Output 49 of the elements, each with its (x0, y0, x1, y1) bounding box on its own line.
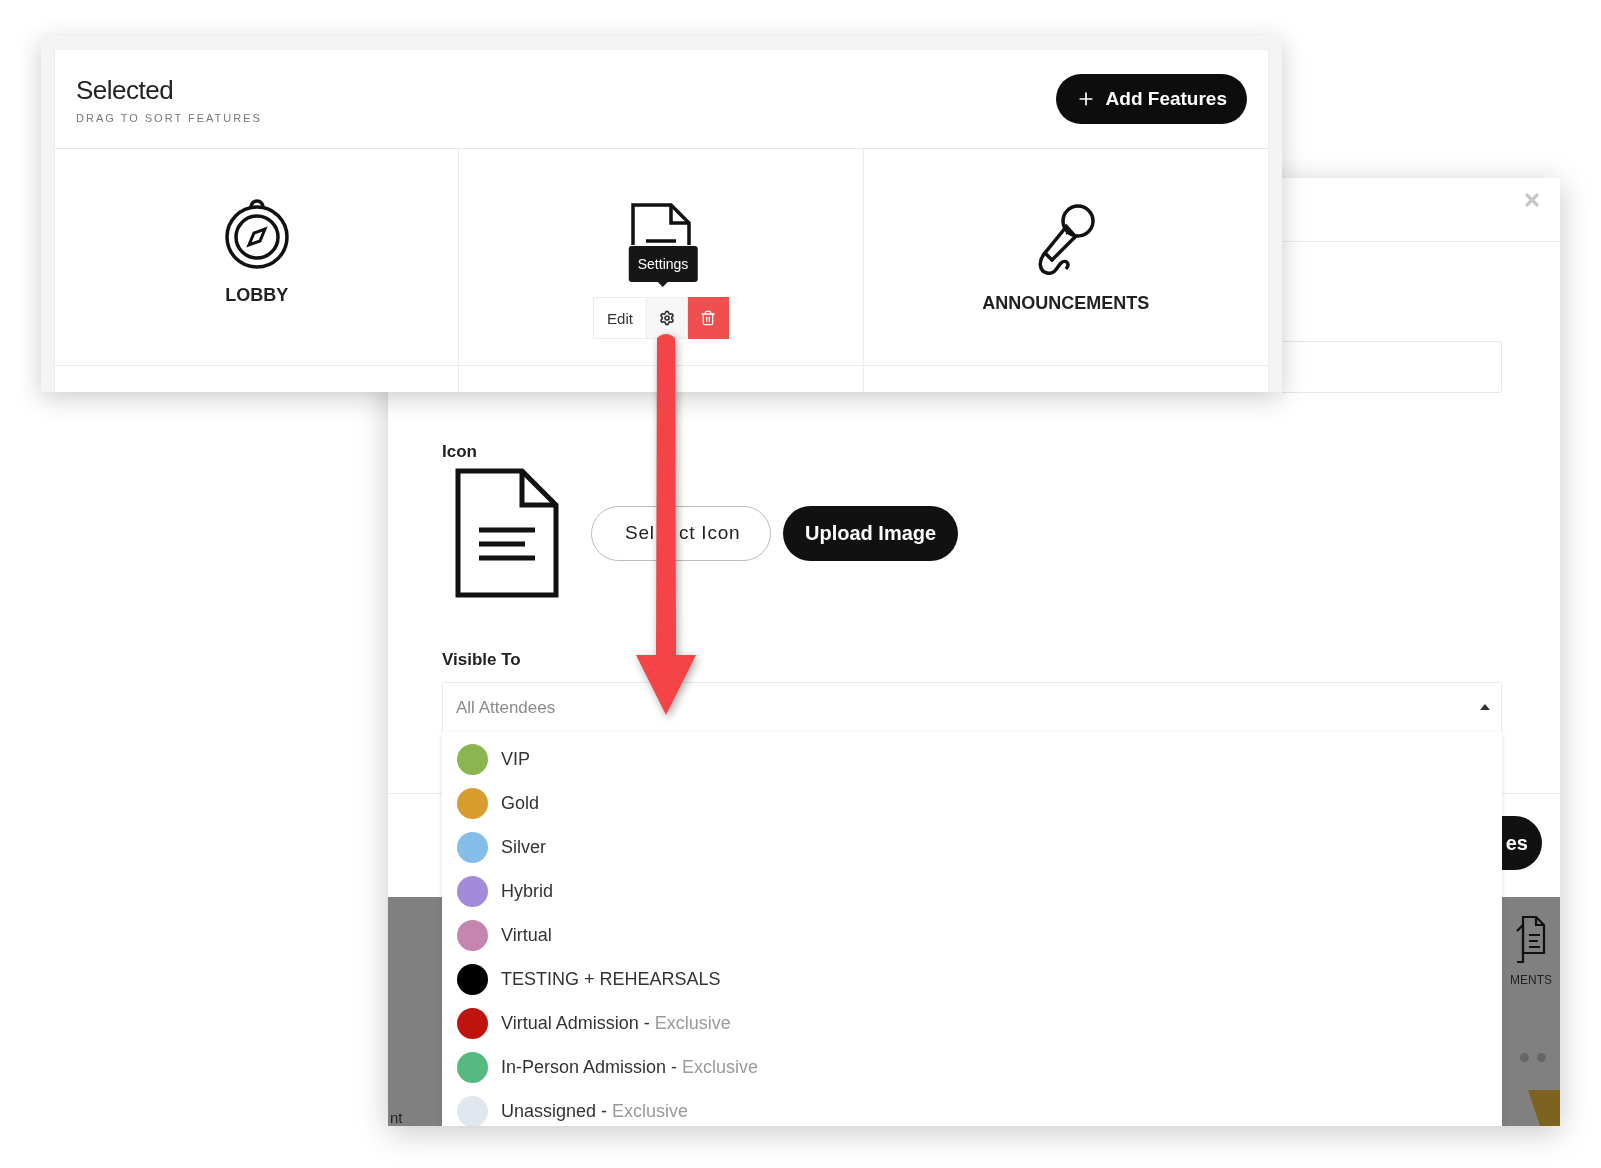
option-label: Virtual (501, 924, 552, 946)
caret-icon (1480, 704, 1490, 710)
dropdown-option[interactable]: Unassigned - Exclusive (442, 1089, 1502, 1126)
option-label: VIP (501, 748, 530, 770)
edit-button[interactable]: Edit (593, 297, 647, 339)
dropdown-option[interactable]: VIP (442, 737, 1502, 781)
settings-button[interactable] (646, 297, 688, 339)
dropdown-option[interactable]: Silver (442, 825, 1502, 869)
field-label: Visible To (442, 650, 522, 670)
dropdown-option[interactable]: In-Person Admission - Exclusive (442, 1045, 1502, 1089)
option-label: Unassigned - Exclusive (501, 1100, 689, 1122)
option-label: In-Person Admission - Exclusive (501, 1056, 759, 1078)
feature-label: LOBBY (225, 285, 289, 306)
dropdown-option[interactable]: Virtual Admission - Exclusive (442, 1001, 1502, 1045)
dropdown-option[interactable]: Hybrid (442, 869, 1502, 913)
close-button[interactable] (1522, 190, 1542, 210)
option-label: Silver (501, 836, 546, 858)
add-features-button[interactable]: Add Features (1055, 74, 1247, 124)
dropdown-option[interactable]: Virtual (442, 913, 1502, 957)
dropdown-option[interactable]: Gold (442, 781, 1502, 825)
document-icon (630, 203, 692, 245)
option-label: Virtual Admission - Exclusive (501, 1012, 731, 1034)
field-label: Icon (442, 442, 478, 462)
option-label: TESTING + REHEARSALS (501, 968, 721, 990)
close-icon (1522, 190, 1542, 210)
delete-button[interactable] (687, 297, 729, 339)
feature-tile[interactable]: Settings Edit (459, 149, 864, 366)
feature-tile[interactable]: LOBBY (55, 149, 460, 366)
trash-icon (700, 310, 717, 326)
upload-image-button[interactable]: Upload Image (783, 505, 959, 561)
option-label: Gold (501, 792, 540, 814)
page-text: nt (389, 1109, 403, 1126)
compass-icon (223, 197, 290, 271)
gear-icon (658, 310, 675, 326)
feature-label: ANNOUNCEMENTS (982, 293, 1150, 314)
select-field[interactable]: All Attendees (442, 682, 1502, 733)
corner-shape (1528, 1090, 1560, 1126)
tooltip-pointer (658, 282, 669, 287)
text-field[interactable] (1282, 341, 1502, 393)
panel-subtitle: DRAG TO SORT FEATURES (76, 111, 262, 124)
feature-tile[interactable]: ANNOUNCEMENTS (863, 149, 1268, 366)
page-dot[interactable] (1537, 1053, 1546, 1062)
dropdown-option[interactable]: TESTING + REHEARSALS (442, 957, 1502, 1001)
option-label: Hybrid (501, 880, 553, 902)
document-icon (455, 468, 559, 598)
page-dot[interactable] (1520, 1053, 1529, 1062)
panel-title: Selected (76, 74, 175, 106)
feature-label: MENTS (1510, 973, 1553, 987)
documents-icon (1516, 915, 1546, 963)
